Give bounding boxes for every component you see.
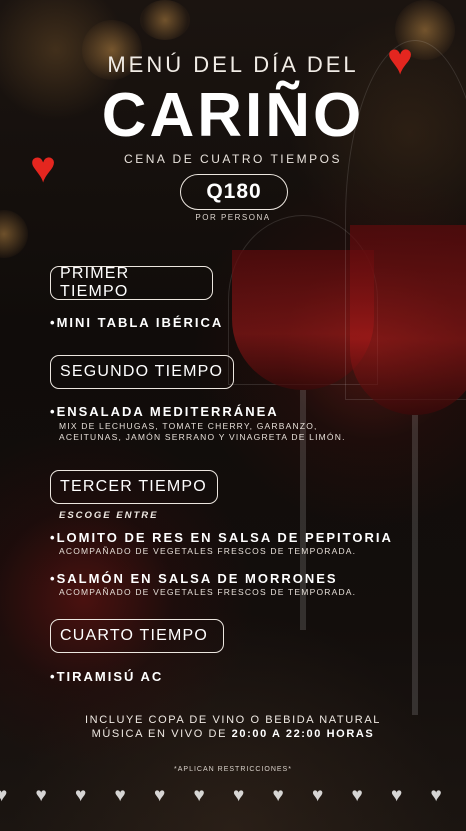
menu-title-main: CARIÑO (101, 81, 365, 150)
music-time: 20:00 A 22:00 HORAS (231, 728, 375, 740)
heart-icon: ♥ (391, 785, 403, 806)
dish-tiramisu: •TIRAMISÚ AC (50, 669, 163, 684)
dish-name: TIRAMISÚ AC (56, 669, 164, 684)
dish-lomito-de-res: •LOMITO DE RES EN SALSA DE PEPITORIA (50, 530, 393, 545)
price-note: POR PERSONA (195, 213, 271, 222)
heart-icon: ♥ (312, 785, 324, 806)
dish-name: ENSALADA MEDITERRÁNEA (56, 404, 279, 419)
course-label-segundo: SEGUNDO TIEMPO (50, 355, 234, 389)
heart-icon: ♥ (272, 785, 284, 806)
decorative-hearts-row: ♥ ♥ ♥ ♥ ♥ ♥ ♥ ♥ ♥ ♥ ♥ ♥ (0, 786, 466, 806)
heart-icon: ♥ (233, 785, 245, 806)
dish-salmon: •SALMÓN EN SALSA DE MORRONES (50, 571, 338, 586)
heart-icon: ♥ (430, 785, 442, 806)
footer-drink-note: INCLUYE COPA DE VINO O BEBIDA NATURAL (85, 714, 381, 726)
dish-name: MINI TABLA IBÉRICA (56, 315, 224, 330)
dish-name: SALMÓN EN SALSA DE MORRONES (56, 571, 338, 586)
dish-description: ACEITUNAS, JAMÓN SERRANO Y VINAGRETA DE … (59, 432, 346, 442)
menu-subtitle: CENA DE CUATRO TIEMPOS (124, 152, 342, 166)
course-label-cuarto: CUARTO TIEMPO (50, 619, 224, 653)
dish-name: LOMITO DE RES EN SALSA DE PEPITORIA (56, 530, 393, 545)
heart-icon: ♥ (154, 785, 166, 806)
heart-icon: ♥ (35, 785, 47, 806)
footer-music-note: MÚSICA EN VIVO DE 20:00 A 22:00 HORAS (0, 728, 466, 740)
choose-note: ESCOGE ENTRE (59, 510, 159, 521)
price-badge: Q180 (180, 174, 288, 210)
menu-title-top: MENÚ DEL DÍA DEL (107, 52, 359, 77)
heart-icon: ♥ (75, 785, 87, 806)
course-label-tercer: TERCER TIEMPO (50, 470, 218, 504)
dish-description: ACOMPAÑADO DE VEGETALES FRESCOS DE TEMPO… (59, 587, 357, 597)
wine-glass-stem (412, 415, 418, 715)
course-label-primer: PRIMER TIEMPO (50, 265, 213, 300)
wine-glass-wine (350, 225, 466, 415)
heart-icon: ♥ (114, 785, 126, 806)
dish-description: ACOMPAÑADO DE VEGETALES FRESCOS DE TEMPO… (59, 546, 357, 556)
dish-description: MIX DE LECHUGAS, TOMATE CHERRY, GARBANZO… (59, 421, 318, 431)
bokeh-light (140, 0, 190, 40)
heart-icon: ♥ (0, 785, 8, 806)
restrictions-note: *APLICAN RESTRICCIONES* (174, 766, 292, 773)
music-prefix: MÚSICA EN VIVO DE (91, 728, 228, 740)
dish-mini-tabla-iberica: •MINI TABLA IBÉRICA (50, 315, 223, 330)
heart-icon: ♥ (351, 785, 363, 806)
heart-icon: ♥ (193, 785, 205, 806)
dish-ensalada-mediterranea: •ENSALADA MEDITERRÁNEA (50, 404, 279, 419)
